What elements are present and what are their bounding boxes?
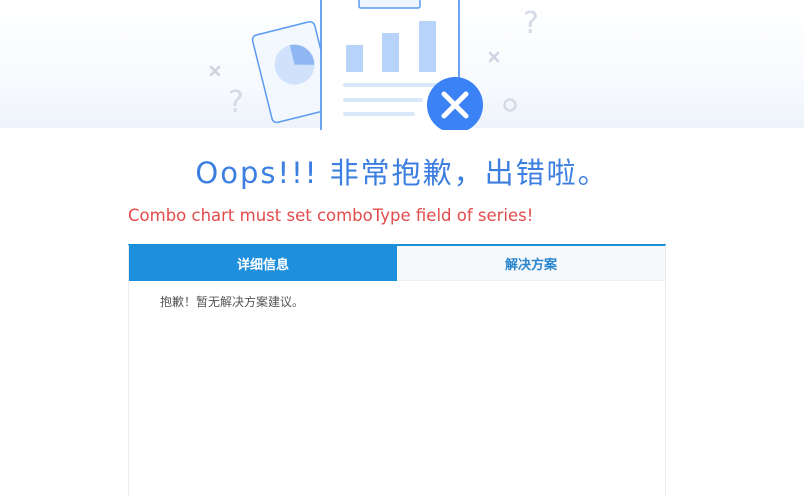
page-title: Oops!!! 非常抱歉，出错啦。 [195, 156, 609, 190]
error-message: Combo chart must set comboType field of … [128, 206, 534, 225]
x-mark-icon [488, 51, 500, 63]
error-illustration: ? ? [209, 0, 539, 130]
detail-text: 抱歉！暂无解决方案建议。 [160, 295, 305, 309]
error-page: ? ? Oops!!! 非常抱歉，出错啦。 Combo chart must s… [0, 0, 804, 495]
info-panel: 详细信息 解决方案 抱歉！暂无解决方案建议。 [128, 244, 666, 495]
tab-details[interactable]: 详细信息 [129, 246, 397, 281]
x-mark-icon [209, 65, 221, 77]
question-mark-icon: ? [228, 85, 244, 120]
question-mark-icon: ? [523, 6, 539, 41]
circle-dot-icon [503, 98, 517, 112]
tab-bar: 详细信息 解决方案 [129, 246, 665, 281]
tab-solutions[interactable]: 解决方案 [397, 246, 665, 281]
panel-content: 抱歉！暂无解决方案建议。 [129, 281, 665, 310]
